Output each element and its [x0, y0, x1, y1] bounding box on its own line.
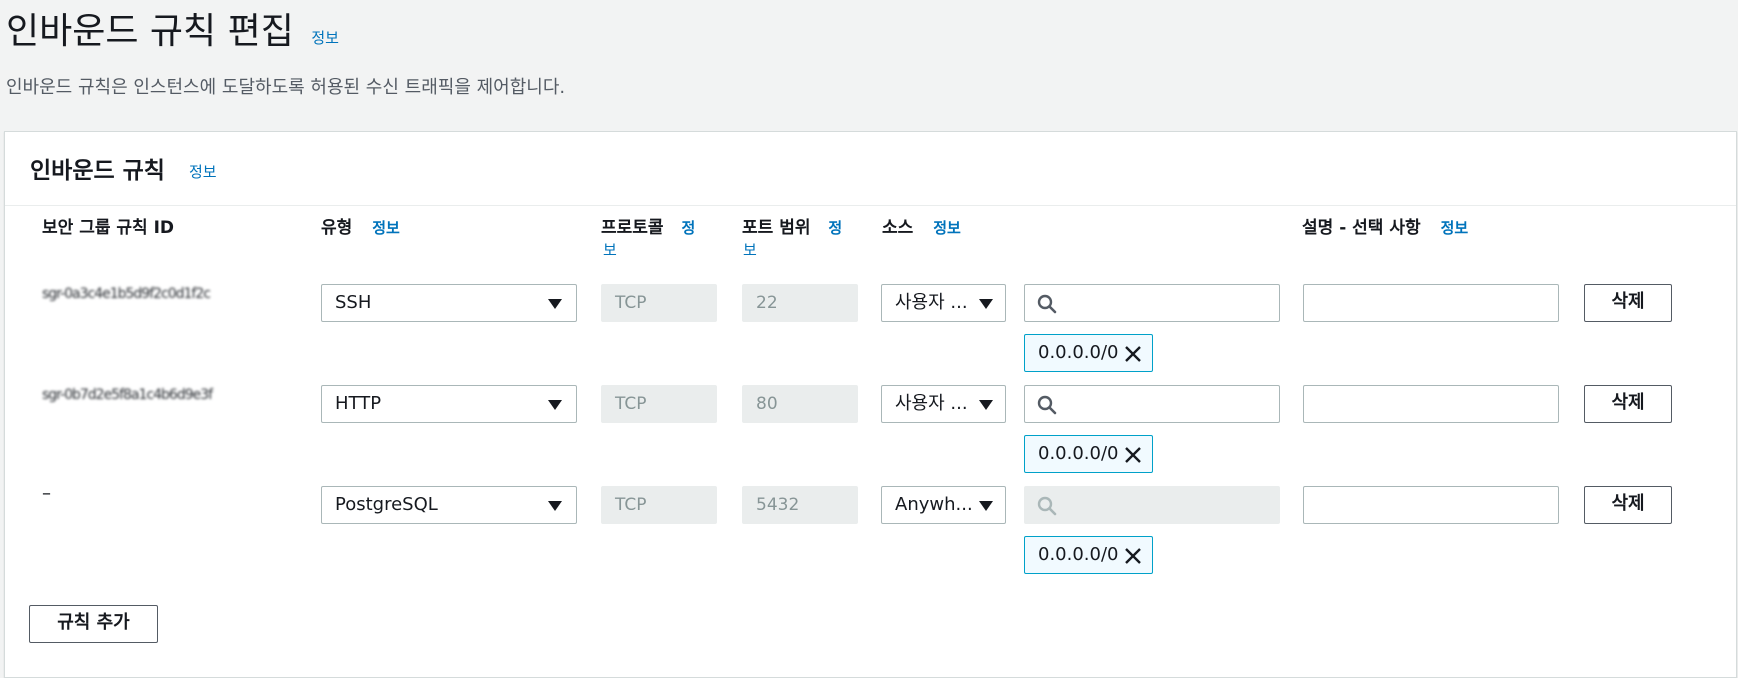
column-header-port-info-link-b[interactable]: 보	[743, 239, 757, 260]
search-icon	[1037, 395, 1057, 415]
column-header-port-range: 포트 범위 정	[742, 213, 842, 238]
delete-rule-button[interactable]: 삭제	[1584, 486, 1672, 524]
panel-title: 인바운드 규칙	[30, 158, 165, 184]
source-cidr-value: 0.0.0.0/0	[1038, 342, 1119, 363]
column-header-rule-id: 보안 그룹 규칙 ID	[42, 218, 175, 238]
protocol-field: TCP	[601, 486, 717, 524]
search-icon	[1037, 496, 1057, 516]
source-cidr-token: 0.0.0.0/0	[1024, 435, 1153, 473]
panel-header: 인바운드 규칙 정보	[5, 132, 1736, 206]
rule-id: sgr-0a3c4e1b5d9f2c0d1f2c	[42, 286, 211, 302]
close-icon[interactable]	[1123, 344, 1143, 364]
rule-id: –	[42, 483, 51, 504]
source-type-select[interactable]: 사용자 ...	[881, 284, 1006, 322]
close-icon[interactable]	[1123, 445, 1143, 465]
column-header-protocol-label: 프로토콜	[601, 218, 664, 238]
caret-down-icon	[979, 299, 993, 309]
type-select[interactable]: SSH	[321, 284, 577, 322]
port-range-field: 80	[742, 385, 858, 423]
caret-down-icon	[548, 299, 562, 309]
source-type-select[interactable]: 사용자 ...	[881, 385, 1006, 423]
column-header-port-info-link-a[interactable]: 정	[828, 219, 842, 237]
column-header-type-info-link[interactable]: 정보	[372, 219, 400, 237]
type-select-value: PostgreSQL	[335, 494, 438, 515]
page-title-info-link[interactable]: 정보	[311, 29, 339, 47]
type-select[interactable]: PostgreSQL	[321, 486, 577, 524]
description-input[interactable]	[1303, 284, 1559, 322]
source-search-input[interactable]	[1024, 284, 1280, 322]
source-cidr-token: 0.0.0.0/0	[1024, 334, 1153, 372]
column-header-type: 유형 정보	[321, 213, 400, 238]
caret-down-icon	[548, 501, 562, 511]
close-icon[interactable]	[1123, 546, 1143, 566]
caret-down-icon	[979, 501, 993, 511]
source-type-value: 사용자 ...	[895, 393, 968, 414]
column-header-description: 설명 - 선택 사항 정보	[1302, 213, 1468, 238]
type-select[interactable]: HTTP	[321, 385, 577, 423]
source-cidr-value: 0.0.0.0/0	[1038, 544, 1119, 565]
protocol-field: TCP	[601, 284, 717, 322]
column-header-source-label: 소스	[882, 218, 914, 238]
column-header-protocol: 프로토콜 정	[601, 213, 695, 238]
column-header-type-label: 유형	[321, 218, 353, 238]
page-description: 인바운드 규칙은 인스턴스에 도달하도록 허용된 수신 트래픽을 제어합니다.	[6, 77, 566, 98]
type-select-value: HTTP	[335, 393, 382, 414]
description-input[interactable]	[1303, 486, 1559, 524]
protocol-field: TCP	[601, 385, 717, 423]
port-range-field: 22	[742, 284, 858, 322]
column-header-protocol-info-link-b[interactable]: 보	[603, 239, 617, 260]
description-input[interactable]	[1303, 385, 1559, 423]
page-title-text: 인바운드 규칙 편집	[6, 11, 294, 52]
column-header-protocol-info-link-a[interactable]: 정	[681, 219, 695, 237]
column-header-description-label: 설명 - 선택 사항	[1302, 218, 1421, 238]
column-header-description-info-link[interactable]: 정보	[1441, 219, 1469, 237]
delete-rule-button[interactable]: 삭제	[1584, 385, 1672, 423]
port-range-field: 5432	[742, 486, 858, 524]
source-search-input[interactable]	[1024, 385, 1280, 423]
caret-down-icon	[979, 400, 993, 410]
source-cidr-value: 0.0.0.0/0	[1038, 443, 1119, 464]
add-rule-button[interactable]: 규칙 추가	[29, 605, 158, 643]
rule-id: sgr-0b7d2e5f8a1c4b6d9e3f	[42, 387, 213, 403]
delete-rule-button[interactable]: 삭제	[1584, 284, 1672, 322]
source-type-value: Anywh...	[895, 494, 973, 515]
source-cidr-token: 0.0.0.0/0	[1024, 536, 1153, 574]
source-type-select[interactable]: Anywh...	[881, 486, 1006, 524]
search-icon	[1037, 294, 1057, 314]
inbound-rules-panel: 인바운드 규칙 정보 보안 그룹 규칙 ID 유형 정보 프로토콜 정 보 포트…	[4, 131, 1737, 678]
caret-down-icon	[548, 400, 562, 410]
column-header-source-info-link[interactable]: 정보	[933, 219, 961, 237]
page-title: 인바운드 규칙 편집 정보	[6, 10, 339, 60]
panel-title-info-link[interactable]: 정보	[189, 161, 217, 182]
type-select-value: SSH	[335, 292, 372, 313]
column-header-port-label: 포트 범위	[742, 218, 811, 238]
source-search-input	[1024, 486, 1280, 524]
source-type-value: 사용자 ...	[895, 292, 968, 313]
column-header-source: 소스 정보	[882, 213, 961, 238]
